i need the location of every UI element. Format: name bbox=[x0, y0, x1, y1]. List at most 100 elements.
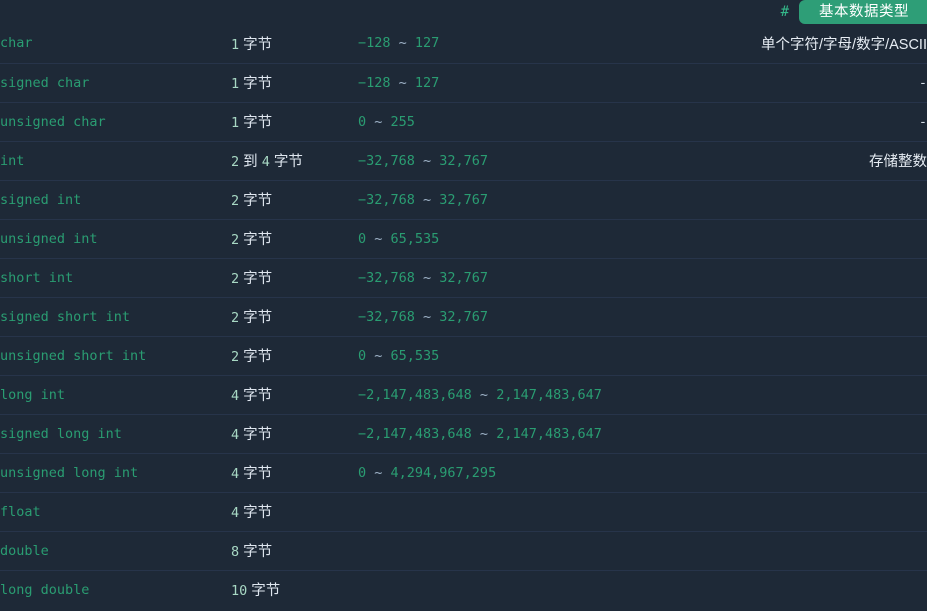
range-separator-icon: ~ bbox=[366, 113, 391, 130]
cell-type-name: double bbox=[0, 530, 231, 570]
cell-size: 4 字节 bbox=[231, 452, 358, 492]
cell-description: 存储整数 bbox=[608, 140, 927, 180]
cell-description bbox=[608, 179, 927, 219]
size-number: 2 bbox=[231, 349, 240, 365]
cell-range: −128 ~ 127 bbox=[358, 62, 608, 102]
table-row: signed short int 2 字节 −32,768 ~ 32,767 bbox=[0, 296, 927, 336]
cell-description: 单个字符/字母/数字/ASCII bbox=[761, 36, 927, 53]
size-number: 2 bbox=[231, 193, 240, 209]
range-separator-icon: ~ bbox=[471, 425, 497, 442]
cell-size: 4 字节 bbox=[231, 413, 358, 453]
range-max: 2,147,483,647 bbox=[496, 386, 602, 403]
size-unit-label: 字节 bbox=[273, 154, 303, 170]
cell-type-name: long int bbox=[0, 374, 231, 414]
range-separator-icon: ~ bbox=[366, 230, 391, 247]
cell-size: 8 字节 bbox=[231, 530, 358, 570]
size-number: 1 bbox=[231, 115, 240, 131]
range-max: 127 bbox=[414, 74, 440, 91]
cell-size: 4 字节 bbox=[231, 491, 358, 531]
size-unit-label: 字节 bbox=[243, 193, 273, 209]
range-separator-icon: ~ bbox=[471, 386, 497, 403]
cell-range: −2,147,483,648 ~ 2,147,483,647 bbox=[358, 413, 608, 453]
table-row: unsigned short int 2 字节 0 ~ 65,535 bbox=[0, 335, 927, 375]
range-min: 0 bbox=[358, 464, 367, 481]
table-row: double 8 字节 bbox=[0, 530, 927, 570]
cell-range: −128 ~ 127 bbox=[358, 24, 608, 63]
table-row: unsigned char 1 字节 0 ~ 255- bbox=[0, 101, 927, 141]
cell-description bbox=[608, 335, 927, 375]
cell-range: 0 ~ 65,535 bbox=[358, 218, 608, 258]
cell-type-name: unsigned short int bbox=[0, 335, 231, 375]
range-separator-icon: ~ bbox=[414, 152, 440, 169]
cell-size: 2 字节 bbox=[231, 218, 358, 258]
cell-size: 10 字节 bbox=[231, 569, 358, 609]
size-unit-label: 字节 bbox=[243, 271, 273, 287]
data-types-table-body: char 1 字节 −128 ~ 127 单个字符/字母/数字/ASCII signed… bbox=[0, 24, 927, 609]
size-unit-label: 字节 bbox=[243, 466, 273, 482]
table-row: signed char 1 字节 −128 ~ 127- bbox=[0, 62, 927, 102]
range-min: −32,768 bbox=[358, 269, 415, 286]
cell-range bbox=[358, 491, 608, 531]
cell-type-name: char bbox=[0, 35, 33, 52]
cell-range: −32,768 ~ 32,767 bbox=[358, 257, 608, 297]
cell-type-name: float bbox=[0, 491, 231, 531]
table-row: long int 4 字节 −2,147,483,648 ~ 2,147,483,6… bbox=[0, 374, 927, 414]
range-max: 2,147,483,647 bbox=[496, 425, 602, 442]
cell-type-name: unsigned long int bbox=[0, 452, 231, 492]
cell-range bbox=[358, 530, 608, 570]
size-number: 1 bbox=[231, 76, 240, 92]
range-min: −32,768 bbox=[358, 308, 415, 325]
table-row: signed long int 4 字节 −2,147,483,648 ~ 2,14… bbox=[0, 413, 927, 453]
cell-range: 0 ~ 65,535 bbox=[358, 335, 608, 375]
size-unit-label: 字节 bbox=[251, 583, 281, 600]
size-number: 2 bbox=[231, 232, 240, 248]
cell-type-name: long double bbox=[0, 569, 231, 609]
range-min: −2,147,483,648 bbox=[358, 386, 472, 403]
cell-size: 2 字节 bbox=[231, 296, 358, 336]
cell-range bbox=[358, 569, 608, 609]
section-anchor-bar: # 基本数据类型 bbox=[781, 0, 927, 24]
cell-type-name: signed short int bbox=[0, 296, 231, 336]
cell-size: 1 字节 bbox=[231, 101, 358, 141]
range-max: 255 bbox=[390, 113, 415, 130]
range-max: 32,767 bbox=[439, 269, 489, 286]
range-separator-icon: ~ bbox=[414, 308, 440, 325]
cell-type-name: signed int bbox=[0, 179, 231, 219]
cell-type-name: unsigned char bbox=[0, 101, 231, 141]
cell-type-name: int bbox=[0, 140, 231, 180]
table-row: signed int 2 字节 −32,768 ~ 32,767 bbox=[0, 179, 927, 219]
range-max: 65,535 bbox=[390, 347, 440, 364]
cell-size: 2 到 4 字节 bbox=[231, 140, 358, 180]
size-number: 2 bbox=[231, 310, 240, 326]
table-row: short int 2 字节 −32,768 ~ 32,767 bbox=[0, 257, 927, 297]
cell-type-name: signed char bbox=[0, 62, 231, 102]
cell-description bbox=[608, 257, 927, 297]
range-separator-icon: ~ bbox=[390, 35, 415, 52]
range-max: 127 bbox=[414, 35, 440, 52]
cell-range: 0 ~ 255 bbox=[358, 101, 608, 141]
table-row: unsigned long int 4 字节 0 ~ 4,294,967,295 bbox=[0, 452, 927, 492]
cell-size: 2 字节 bbox=[231, 257, 358, 297]
range-separator-icon: ~ bbox=[390, 74, 415, 91]
size-unit-label: 字节 bbox=[243, 505, 273, 521]
size-unit-label: 字节 bbox=[243, 388, 273, 404]
cell-range: −32,768 ~ 32,767 bbox=[358, 296, 608, 336]
size-number: 2 bbox=[231, 271, 240, 287]
table-row: long double 10 字节 bbox=[0, 569, 927, 609]
data-types-table: char 1 字节 −128 ~ 127 单个字符/字母/数字/ASCII signed… bbox=[0, 24, 927, 609]
range-separator-icon: ~ bbox=[366, 347, 391, 364]
cell-type-name: short int bbox=[0, 257, 231, 297]
size-number: 10 bbox=[231, 583, 248, 600]
range-min: −2,147,483,648 bbox=[358, 425, 472, 442]
size-unit-label: 字节 bbox=[243, 115, 273, 131]
cell-range: −32,768 ~ 32,767 bbox=[358, 179, 608, 219]
range-min: −128 bbox=[358, 74, 391, 91]
cell-range: 0 ~ 4,294,967,295 bbox=[358, 452, 608, 492]
size-number: 4 bbox=[231, 427, 240, 443]
table-row: char 1 字节 −128 ~ 127 单个字符/字母/数字/ASCII bbox=[0, 24, 927, 63]
range-min: −128 bbox=[358, 35, 391, 52]
table-row: float 4 字节 bbox=[0, 491, 927, 531]
size-number: 4 bbox=[261, 154, 270, 170]
anchor-link-icon[interactable]: # bbox=[781, 5, 789, 20]
range-min: 0 bbox=[358, 347, 367, 364]
